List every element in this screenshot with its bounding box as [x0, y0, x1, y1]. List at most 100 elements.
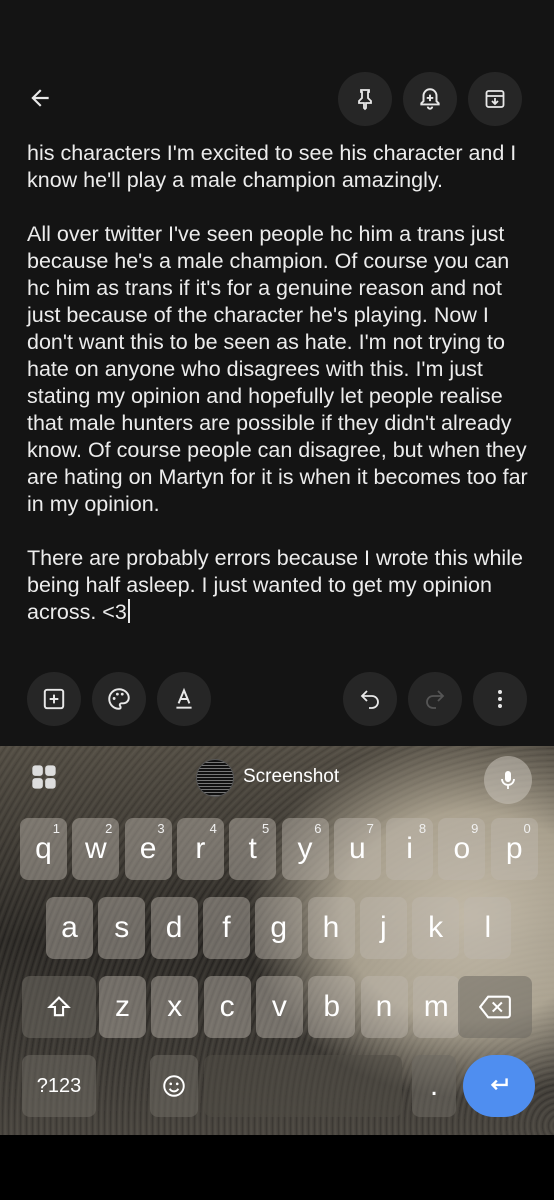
- key-label: a: [61, 911, 78, 944]
- key-label: r: [195, 832, 206, 865]
- key-label: s: [114, 911, 130, 944]
- text-format-icon: [176, 687, 192, 709]
- key-label: f: [222, 911, 231, 944]
- key-f[interactable]: f: [202, 897, 250, 959]
- key-d[interactable]: d: [150, 897, 198, 959]
- key-number-hint: 9: [471, 821, 479, 836]
- key-r[interactable]: r4: [176, 818, 224, 880]
- more-vert-icon: [498, 690, 502, 708]
- emoji-icon: [163, 1075, 185, 1097]
- undo-icon: [360, 690, 379, 709]
- key-h[interactable]: h: [307, 897, 355, 959]
- screenshot-thumbnail[interactable]: [196, 759, 234, 797]
- key-e[interactable]: e3: [124, 818, 172, 880]
- suggestion-label[interactable]: Screenshot: [243, 766, 339, 788]
- key-label: l: [484, 911, 492, 944]
- key-p[interactable]: p0: [490, 818, 538, 880]
- key-m[interactable]: m: [412, 976, 460, 1038]
- key-label: w: [84, 832, 107, 865]
- key-g[interactable]: g: [255, 897, 303, 959]
- key-k[interactable]: k: [412, 897, 460, 959]
- key-label: d: [165, 911, 183, 944]
- key-label: b: [323, 990, 341, 1023]
- suggestion-strip: Screenshot: [0, 746, 554, 806]
- text-cursor: [127, 599, 130, 623]
- reminder-button[interactable]: [403, 72, 457, 126]
- key-number-hint: 8: [418, 821, 427, 836]
- key-y[interactable]: y6: [281, 818, 329, 880]
- key-label: z: [115, 990, 130, 1023]
- archive-icon: [485, 90, 505, 108]
- color-palette-button[interactable]: [92, 672, 146, 726]
- key-n[interactable]: n: [360, 976, 408, 1038]
- key-w[interactable]: w2: [72, 818, 120, 880]
- key-label: p: [505, 832, 523, 865]
- voice-input-button[interactable]: [484, 756, 532, 804]
- symbols-key[interactable]: ?123: [22, 1055, 96, 1117]
- key-i[interactable]: i8: [386, 818, 434, 880]
- microphone-icon: [501, 771, 515, 789]
- key-s[interactable]: s: [98, 897, 146, 959]
- palette-icon: [108, 688, 130, 710]
- text-format-button[interactable]: [157, 672, 211, 726]
- undo-button[interactable]: [343, 672, 397, 726]
- note-text-area[interactable]: his characters I'm excited to see his ch…: [27, 140, 537, 653]
- key-z[interactable]: z: [99, 976, 146, 1038]
- key-number-hint: 2: [105, 821, 113, 836]
- key-c[interactable]: c: [203, 976, 251, 1038]
- key-v[interactable]: v: [255, 976, 303, 1038]
- key-j[interactable]: j: [359, 897, 407, 959]
- key-label: q: [35, 832, 52, 865]
- key-number-hint: 4: [209, 821, 217, 836]
- archive-button[interactable]: [468, 72, 522, 126]
- key-number-hint: 6: [314, 821, 322, 836]
- key-t[interactable]: t5: [229, 818, 277, 880]
- bottom-black-band: [0, 1135, 554, 1200]
- key-o[interactable]: o9: [438, 818, 486, 880]
- enter-icon: [490, 1078, 508, 1091]
- on-screen-keyboard: Screenshot q1w2e3r4t5y6u7i8o9p0 asdfghjk…: [0, 746, 554, 1135]
- note-paragraph: All over twitter I've seen people hc him…: [27, 222, 528, 516]
- space-bar[interactable]: [204, 1055, 402, 1117]
- key-u[interactable]: u7: [333, 818, 381, 880]
- add-button[interactable]: [27, 672, 81, 726]
- enter-key[interactable]: [463, 1055, 535, 1117]
- bottom-toolbar: [0, 672, 554, 726]
- key-label: g: [270, 911, 288, 944]
- key-b[interactable]: b: [308, 976, 356, 1038]
- key-q[interactable]: q1: [20, 818, 67, 880]
- apps-grid-icon[interactable]: [30, 763, 58, 791]
- add-box-icon: [43, 688, 65, 710]
- key-label: v: [271, 990, 287, 1023]
- key-label: k: [428, 911, 444, 944]
- key-label: x: [167, 990, 183, 1023]
- key-l[interactable]: l: [464, 897, 512, 959]
- more-options-button[interactable]: [473, 672, 527, 726]
- key-label: j: [379, 911, 387, 944]
- note-paragraph-last: There are probably errors because I wrot…: [27, 545, 537, 626]
- redo-button[interactable]: [408, 672, 462, 726]
- backspace-key[interactable]: [458, 976, 532, 1038]
- bell-plus-icon: [420, 88, 440, 110]
- key-label: c: [219, 990, 235, 1023]
- shift-icon: [47, 996, 71, 1017]
- key-label: n: [375, 990, 393, 1023]
- key-x[interactable]: x: [151, 976, 199, 1038]
- key-label: u: [348, 832, 366, 865]
- note-editor: his characters I'm excited to see his ch…: [0, 0, 554, 746]
- key-number-hint: 0: [523, 821, 531, 836]
- emoji-key[interactable]: [150, 1055, 198, 1117]
- key-number-hint: 1: [52, 821, 60, 836]
- key-label: h: [322, 911, 340, 944]
- key-number-hint: 3: [157, 821, 165, 836]
- key-label: e: [139, 832, 157, 865]
- shift-key[interactable]: [22, 976, 96, 1038]
- note-paragraph: his characters I'm excited to see his ch…: [27, 141, 517, 192]
- key-label: i: [406, 832, 413, 865]
- back-button[interactable]: [20, 78, 60, 118]
- key-label: t: [248, 832, 257, 865]
- pin-button[interactable]: [338, 72, 392, 126]
- key-label: m: [423, 990, 449, 1023]
- period-key[interactable]: .: [412, 1055, 456, 1117]
- key-a[interactable]: a: [46, 897, 93, 959]
